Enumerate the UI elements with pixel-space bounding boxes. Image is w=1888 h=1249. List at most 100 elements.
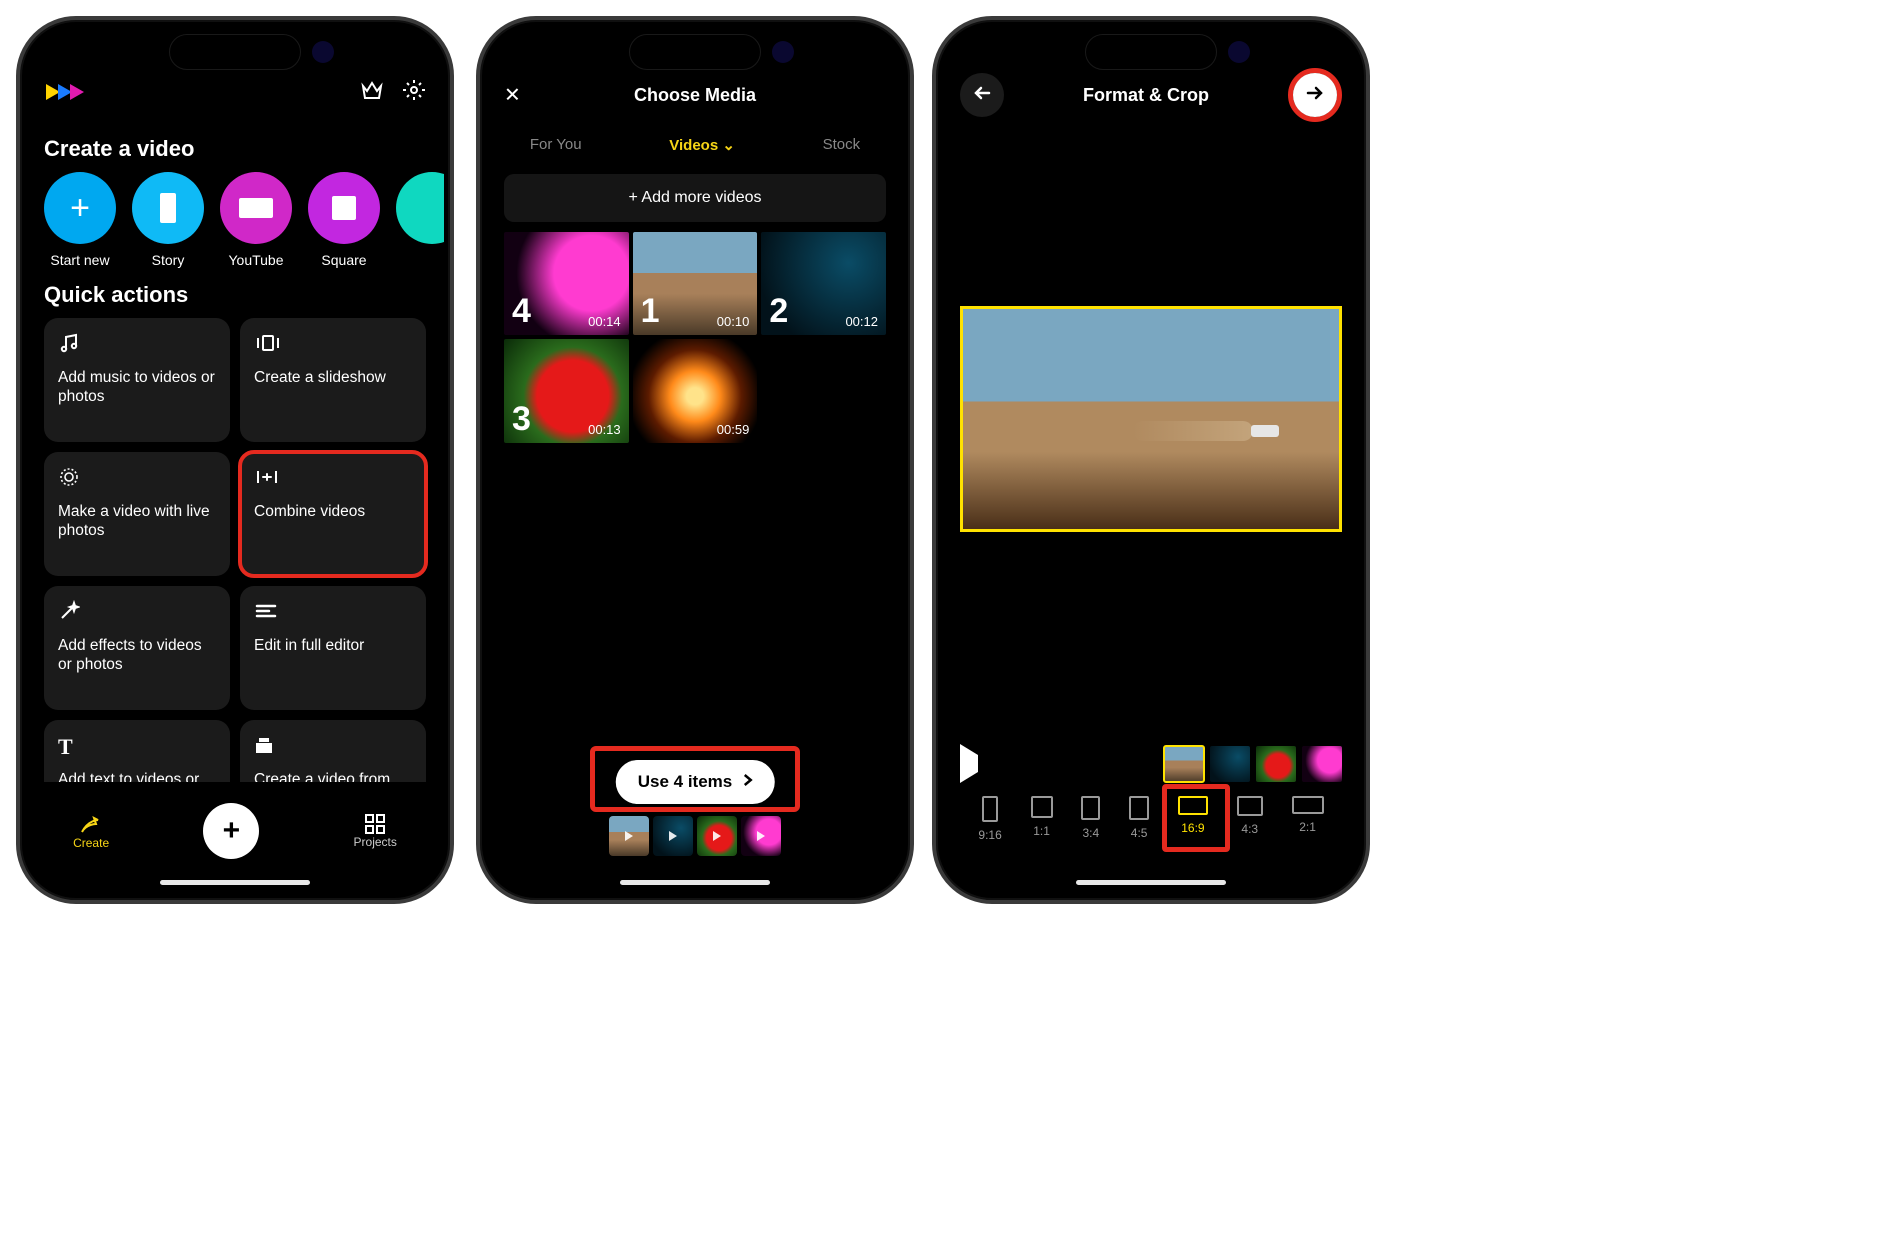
- media-item[interactable]: 3 00:13: [504, 339, 629, 442]
- format-label: YouTube: [220, 252, 292, 268]
- ratio-9-16[interactable]: 9:16: [978, 796, 1001, 842]
- media-item[interactable]: 2 00:12: [761, 232, 886, 335]
- play-icon: [960, 744, 978, 783]
- play-button[interactable]: [960, 755, 978, 773]
- media-duration: 00:13: [588, 422, 621, 437]
- card-title: Add effects to videos or photos: [58, 636, 216, 675]
- tab-stock[interactable]: Stock: [817, 128, 867, 162]
- tab-create[interactable]: Create: [73, 812, 109, 850]
- chevron-right-icon: [742, 772, 752, 792]
- clip-thumb[interactable]: [1210, 746, 1250, 782]
- clip-thumb[interactable]: [1256, 746, 1296, 782]
- crop-preview[interactable]: [960, 306, 1342, 532]
- home-indicator: [160, 880, 310, 885]
- media-duration: 00:10: [717, 314, 750, 329]
- format-square[interactable]: Square: [308, 172, 380, 268]
- create-video-title: Create a video: [44, 136, 426, 162]
- ratio-2-1[interactable]: 2:1: [1292, 796, 1324, 842]
- button-label: Use 4 items: [638, 772, 733, 792]
- add-more-videos-button[interactable]: + Add more videos: [504, 174, 886, 222]
- selection-index: 1: [641, 292, 660, 331]
- ratio-4-3[interactable]: 4:3: [1237, 796, 1263, 842]
- clip-thumb[interactable]: [1164, 746, 1204, 782]
- page-title: Choose Media: [634, 85, 756, 106]
- effects-icon: [58, 600, 80, 627]
- tab-label: Create: [73, 836, 109, 850]
- format-start-new[interactable]: + Start new: [44, 172, 116, 268]
- format-youtube[interactable]: YouTube: [220, 172, 292, 268]
- use-items-button[interactable]: Use 4 items: [616, 760, 775, 804]
- story-icon: [160, 193, 176, 223]
- tray-item[interactable]: [609, 816, 649, 856]
- quick-actions-title: Quick actions: [44, 282, 426, 308]
- ratio-3-4[interactable]: 3:4: [1081, 796, 1100, 842]
- qa-live-photos[interactable]: Make a video with live photos: [44, 452, 230, 576]
- preview-detail: [1251, 425, 1279, 437]
- home-indicator: [620, 880, 770, 885]
- tab-for-you[interactable]: For You: [524, 128, 588, 162]
- selection-tray: [609, 816, 781, 856]
- preview-detail: [1133, 421, 1253, 441]
- ratio-label: 4:3: [1241, 822, 1258, 836]
- selection-index: 2: [769, 292, 788, 331]
- tab-label: Projects: [354, 835, 397, 849]
- chevron-down-icon: ⌄: [722, 137, 735, 154]
- back-button[interactable]: [960, 73, 1004, 117]
- fab-add-button[interactable]: +: [203, 803, 259, 859]
- ratio-label: 3:4: [1083, 826, 1100, 840]
- card-title: Add music to videos or photos: [58, 368, 216, 407]
- card-title: Make a video with live photos: [58, 502, 216, 541]
- ratio-4-5[interactable]: 4:5: [1129, 796, 1149, 842]
- tray-item[interactable]: [741, 816, 781, 856]
- ratio-label: 4:5: [1131, 826, 1148, 840]
- format-list: + Start new Story YouTube Square: [26, 172, 444, 268]
- plus-icon: +: [70, 189, 90, 228]
- qa-add-music[interactable]: Add music to videos or photos: [44, 318, 230, 442]
- media-item[interactable]: 4 00:14: [504, 232, 629, 335]
- ratio-16-9[interactable]: 16:9: [1178, 796, 1208, 842]
- clip-strip: [942, 746, 1360, 782]
- premium-icon[interactable]: [360, 79, 384, 106]
- music-icon: [58, 332, 80, 359]
- sliders-icon: [254, 602, 278, 625]
- media-item[interactable]: 1 00:10: [633, 232, 758, 335]
- qa-full-editor[interactable]: Edit in full editor: [240, 586, 426, 710]
- media-duration: 00:12: [845, 314, 878, 329]
- arrow-right-icon: [1306, 85, 1324, 106]
- live-photo-icon: [58, 466, 80, 493]
- settings-icon[interactable]: [402, 78, 426, 107]
- format-label: Story: [132, 252, 204, 268]
- format-story[interactable]: Story: [132, 172, 204, 268]
- tab-label: Videos: [669, 137, 718, 154]
- selection-index: 3: [512, 400, 531, 439]
- format-label: Start new: [44, 252, 116, 268]
- qa-create-slideshow[interactable]: Create a slideshow: [240, 318, 426, 442]
- ratio-label: 1:1: [1033, 824, 1050, 838]
- format-more[interactable]: [396, 172, 444, 268]
- plus-icon: +: [223, 814, 241, 848]
- button-label: + Add more videos: [629, 189, 762, 207]
- tab-projects[interactable]: Projects: [354, 813, 397, 849]
- arrow-left-icon: [973, 85, 991, 106]
- page-title: Format & Crop: [1083, 85, 1209, 106]
- app-logo-icon: [44, 78, 100, 106]
- qa-add-effects[interactable]: Add effects to videos or photos: [44, 586, 230, 710]
- media-item[interactable]: 00:59: [633, 339, 758, 442]
- tab-videos[interactable]: Videos ⌄: [663, 128, 741, 162]
- aspect-ratio-list: 9:16 1:1 3:4 4:5 16:9 4:3 2:1: [942, 796, 1360, 842]
- stock-icon: [254, 735, 274, 760]
- bottom-tabbar: Create + Projects: [26, 782, 444, 894]
- next-button[interactable]: [1293, 73, 1337, 117]
- tray-item[interactable]: [697, 816, 737, 856]
- ratio-1-1[interactable]: 1:1: [1031, 796, 1053, 842]
- highlight-next-button: [1288, 68, 1342, 122]
- qa-combine-videos[interactable]: Combine videos: [240, 452, 426, 576]
- clip-thumb[interactable]: [1302, 746, 1342, 782]
- close-icon[interactable]: ✕: [504, 83, 521, 108]
- youtube-icon: [239, 198, 273, 218]
- media-duration: 00:59: [717, 422, 750, 437]
- tray-item[interactable]: [653, 816, 693, 856]
- media-grid: 4 00:14 1 00:10 2 00:12 3 00:13 00:59: [504, 232, 886, 443]
- highlight-ratio: [1162, 784, 1230, 852]
- square-icon: [332, 196, 356, 220]
